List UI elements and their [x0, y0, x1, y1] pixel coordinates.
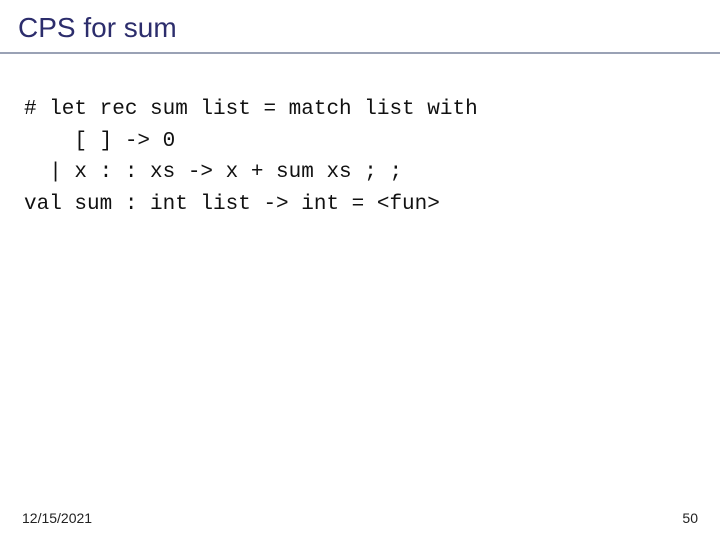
slide-title: CPS for sum [18, 12, 720, 44]
code-line: [ ] -> 0 [24, 130, 175, 153]
footer: 12/15/2021 50 [0, 510, 720, 526]
code-line: # let rec sum list = match list with [24, 98, 478, 121]
title-bar: CPS for sum [0, 0, 720, 54]
code-line: | x : : xs -> x + sum xs ; ; [24, 161, 402, 184]
footer-page: 50 [682, 510, 698, 526]
footer-date: 12/15/2021 [22, 510, 92, 526]
code-line: val sum : int list -> int = <fun> [24, 193, 440, 216]
code-block: # let rec sum list = match list with [ ]… [0, 54, 720, 220]
